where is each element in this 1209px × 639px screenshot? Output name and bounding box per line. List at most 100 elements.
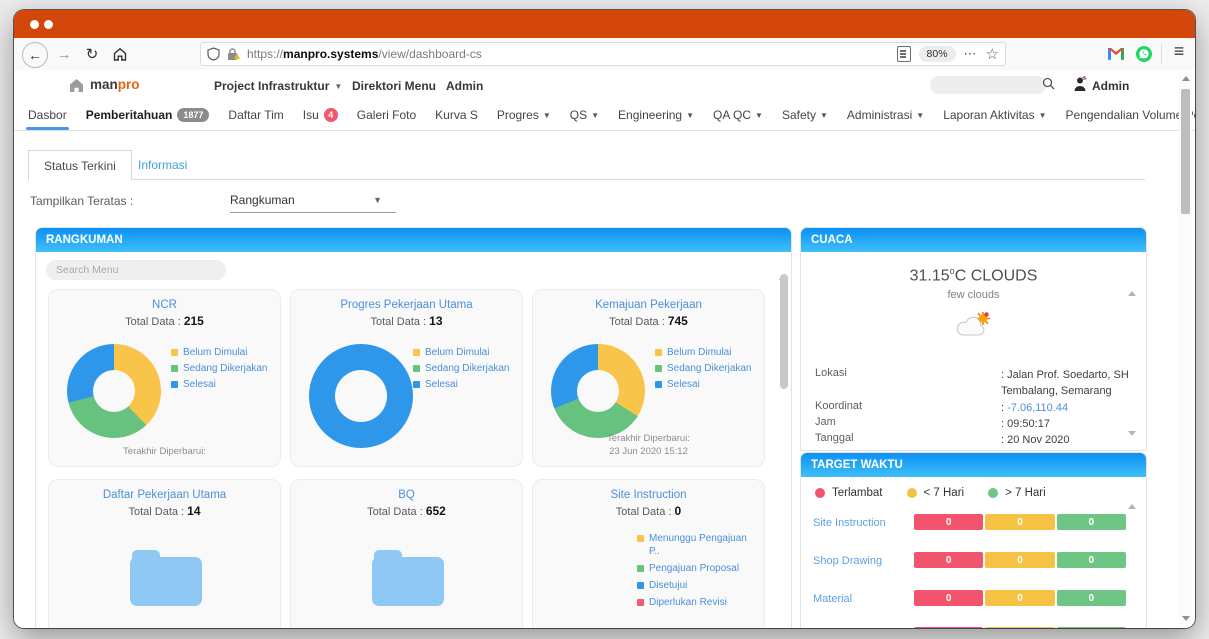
nav-pemberitahuan[interactable]: Pemberitahuan1877 [86, 100, 210, 130]
card-site-instruction[interactable]: Site Instruction Total Data : 0 Menunggu… [532, 479, 765, 628]
card-total: Total Data : 0 [533, 504, 764, 518]
url-path: /view/dashboard-cs [378, 47, 481, 61]
chart-legend: Belum Dimulai Sedang Dikerjakan Selesai [655, 346, 752, 394]
search-icon[interactable] [1042, 77, 1055, 93]
search-menu-input[interactable] [46, 260, 226, 280]
chevron-down-icon: ▼ [543, 111, 551, 120]
tracking-shield-icon[interactable] [207, 47, 220, 61]
legend-label: Diperlukan Revisi [649, 596, 727, 609]
nav-administrasi[interactable]: Administrasi▼ [847, 100, 924, 130]
nav-qa-qc-label: QA QC [713, 108, 751, 122]
browser-toolbar: ← → ↻ https://manpro.systems/view/dashbo… [14, 38, 1195, 71]
nav-safety-label: Safety [782, 108, 816, 122]
card-daftar-pekerjaan-utama[interactable]: Daftar Pekerjaan Utama Total Data : 14 [48, 479, 281, 628]
tab-status-terkini[interactable]: Status Terkini [28, 150, 132, 181]
forward-icon[interactable]: → [52, 42, 76, 66]
card-title: BQ [291, 489, 522, 501]
nav-pengendalian-volume[interactable]: Pengendalian Volume Pekerjaan▼ [1066, 100, 1195, 130]
legend-swatch [171, 349, 178, 356]
legend-dot [907, 488, 917, 498]
nav-daftar-tim[interactable]: Daftar Tim [228, 100, 283, 130]
lock-warning-icon[interactable] [226, 47, 241, 61]
user-avatar[interactable] [1072, 76, 1088, 97]
panel-scrollbar[interactable] [780, 274, 788, 389]
reader-mode-icon[interactable] [897, 46, 911, 62]
user-name[interactable]: Admin [1092, 79, 1129, 93]
target-waktu-panel-header: TARGET WAKTU [801, 453, 1146, 477]
app-logo-part2: pro [118, 77, 140, 92]
back-icon[interactable]: ← [22, 42, 48, 68]
donut-chart [551, 344, 645, 438]
whatsapp-extension-icon[interactable] [1134, 44, 1154, 64]
card-ncr[interactable]: NCR Total Data : 215 Belum Dimulai Sedan… [48, 289, 281, 467]
target-waktu-panel: TARGET WAKTU Terlambat < 7 Hari > 7 Hari… [800, 452, 1147, 628]
coordinates-link[interactable]: -7.06,110.44 [1007, 402, 1068, 414]
legend-swatch [655, 349, 662, 356]
card-title: Daftar Pekerjaan Utama [49, 489, 280, 501]
app-home-icon[interactable] [68, 77, 85, 98]
scroll-down-icon[interactable] [1181, 616, 1190, 621]
nav-isu[interactable]: Isu4 [303, 100, 338, 130]
menu-hamburger-icon[interactable]: ≡ [1168, 41, 1190, 62]
filter-select[interactable]: Rangkuman ▼ [230, 188, 396, 213]
target-row-label[interactable]: Material [813, 593, 852, 605]
legend-swatch [655, 365, 662, 372]
chevron-down-icon: ▼ [373, 195, 382, 205]
url-bar[interactable]: https://manpro.systems/view/dashboard-cs… [200, 42, 1006, 66]
zoom-level-badge[interactable]: 80% [919, 46, 956, 62]
legend-swatch [413, 381, 420, 388]
target-waktu-panel-body: Terlambat < 7 Hari > 7 Hari Site Instruc… [801, 477, 1146, 628]
menu-project-infrastruktur[interactable]: Project Infrastruktur▼ [214, 79, 342, 93]
nav-safety[interactable]: Safety ▼ [782, 100, 828, 130]
scroll-up-icon[interactable] [1181, 76, 1190, 81]
chart-legend: Menunggu Pengajuan P.. Pengajuan Proposa… [637, 532, 759, 613]
gmail-extension-icon[interactable] [1106, 44, 1126, 64]
target-row-label[interactable]: Shop Drawing [813, 555, 882, 567]
folder-icon [128, 548, 204, 613]
menu-admin[interactable]: Admin [446, 79, 483, 93]
reload-icon[interactable]: ↻ [80, 42, 104, 66]
nav-laporan-aktivitas[interactable]: Laporan Aktivitas▼ [943, 100, 1046, 130]
page-scrollbar[interactable] [1179, 73, 1192, 624]
nav-engineering[interactable]: Engineering▼ [618, 100, 694, 130]
chevron-down-icon: ▼ [820, 111, 828, 120]
menu-direktori-menu[interactable]: Direktori Menu [352, 79, 436, 93]
nav-galeri-foto[interactable]: Galeri Foto [357, 100, 416, 130]
bar-segment: 0 [985, 514, 1054, 530]
url-text[interactable]: https://manpro.systems/view/dashboard-cs [247, 47, 889, 61]
window-button-1[interactable] [30, 20, 39, 29]
header-search-input[interactable] [930, 76, 1046, 94]
legend-swatch [171, 365, 178, 372]
legend-dot [815, 488, 825, 498]
legend-label: Belum Dimulai [183, 346, 247, 359]
card-total: Total Data : 13 [291, 314, 522, 328]
window-button-2[interactable] [44, 20, 53, 29]
nav-progres[interactable]: Progres▼ [497, 100, 551, 130]
bar-segment: 0 [985, 590, 1054, 606]
legend-swatch [171, 381, 178, 388]
legend-label: Disetujui [649, 579, 687, 592]
bookmark-star-icon[interactable]: ☆ [986, 45, 999, 63]
tab-informasi[interactable]: Informasi [138, 150, 187, 179]
scrollbar-thumb[interactable] [1181, 89, 1190, 214]
bar-segment: 0 [985, 552, 1054, 568]
card-bq[interactable]: BQ Total Data : 652 [290, 479, 523, 628]
app-logo[interactable]: manpro [90, 77, 140, 92]
nav-kurva-s[interactable]: Kurva S [435, 100, 478, 130]
page-actions-icon[interactable]: ⋯ [964, 46, 978, 62]
nav-dasbor[interactable]: Dasbor [28, 100, 67, 130]
nav-qa-qc[interactable]: QA QC▼ [713, 100, 763, 130]
panel-scroll-up-icon[interactable] [1128, 487, 1136, 505]
card-progres-pekerjaan-utama[interactable]: Progres Pekerjaan Utama Total Data : 13 … [290, 289, 523, 467]
donut-chart [309, 344, 413, 448]
card-title: Site Instruction [533, 489, 764, 501]
card-total: Total Data : 215 [49, 314, 280, 328]
home-icon[interactable] [108, 42, 132, 66]
card-kemajuan-pekerjaan[interactable]: Kemajuan Pekerjaan Total Data : 745 Belu… [532, 289, 765, 467]
panel-scroll-up-icon[interactable] [1128, 274, 1136, 292]
card-footer: Terakhir Diperbarui: [49, 445, 280, 458]
bar-segment: 0 [1057, 552, 1126, 568]
nav-qs[interactable]: QS▼ [570, 100, 599, 130]
info-label: Lokasi [815, 367, 847, 379]
target-row-label[interactable]: Site Instruction [813, 517, 886, 529]
